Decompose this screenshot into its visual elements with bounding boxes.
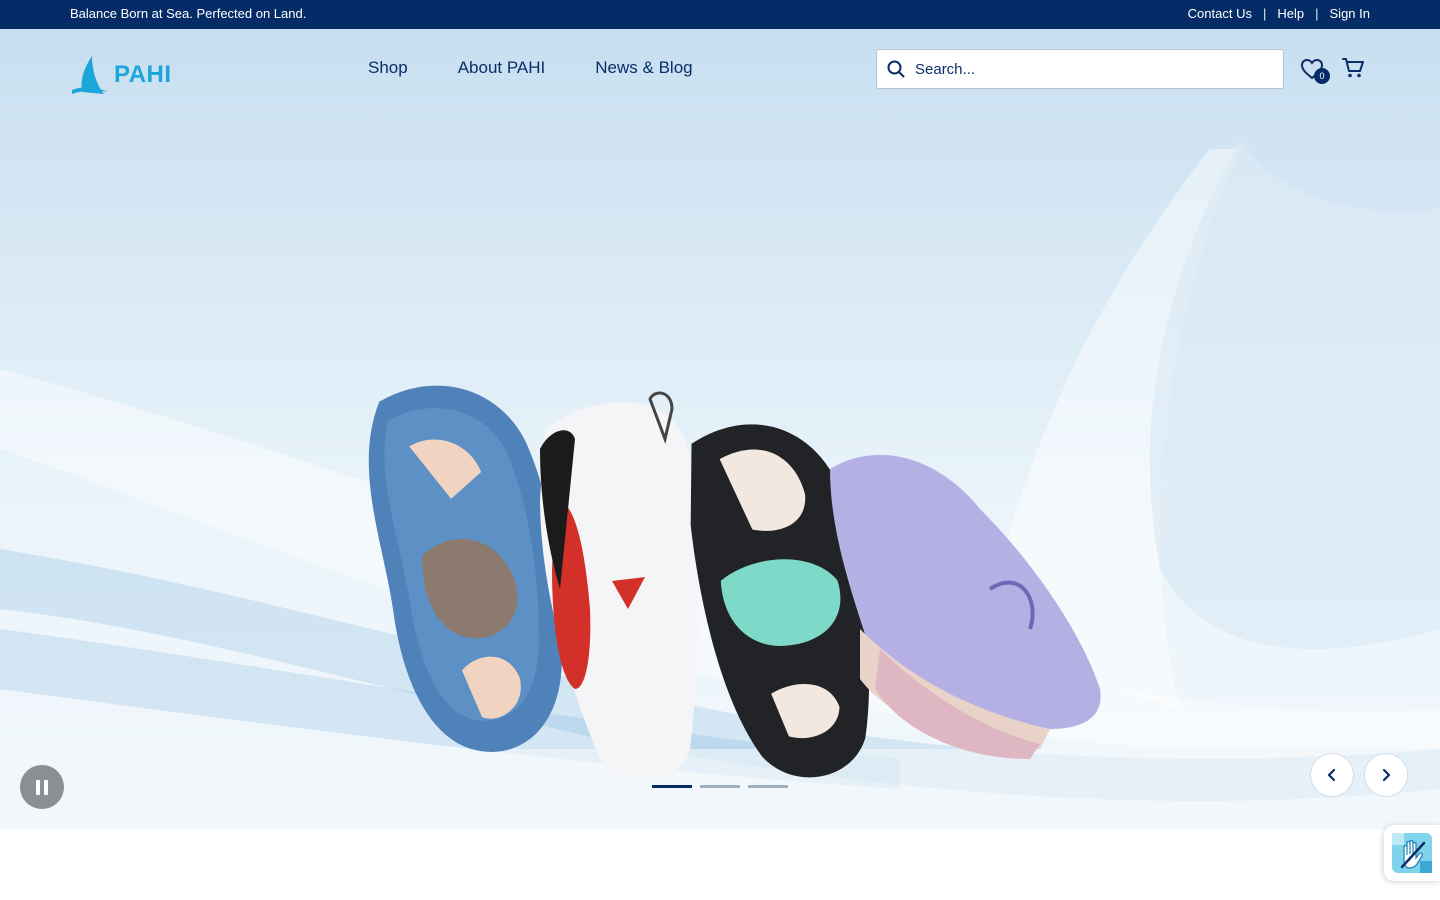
help-link[interactable]: Help xyxy=(1277,6,1304,21)
utility-links: Contact Us | Help | Sign In xyxy=(1188,6,1370,21)
hero-banner: PAHI Shop About PAHI News & Blog 0 xyxy=(0,29,1440,829)
wishlist-button[interactable]: 0 xyxy=(1298,57,1330,84)
nav-news-blog[interactable]: News & Blog xyxy=(595,58,692,78)
sign-in-link[interactable]: Sign In xyxy=(1330,6,1370,21)
chevron-right-icon xyxy=(1382,768,1391,782)
pahi-logo[interactable]: PAHI xyxy=(70,53,174,97)
accessibility-widget-button[interactable] xyxy=(1384,825,1440,881)
nav-about-pahi[interactable]: About PAHI xyxy=(458,58,546,78)
link-separator: | xyxy=(1315,6,1319,21)
pause-icon xyxy=(36,779,40,795)
nav-shop[interactable]: Shop xyxy=(368,58,408,78)
search-input[interactable] xyxy=(915,60,1255,78)
slide-dot-1[interactable] xyxy=(652,785,692,788)
slide-dot-3[interactable] xyxy=(748,785,788,788)
slide-indicators xyxy=(652,785,788,788)
tagline: Balance Born at Sea. Perfected on Land. xyxy=(70,6,307,21)
previous-slide-button[interactable] xyxy=(1310,753,1354,797)
announcement-bar: Balance Born at Sea. Perfected on Land. … xyxy=(0,0,1440,29)
accessibility-hand-icon xyxy=(1392,833,1432,873)
pause-icon xyxy=(44,779,48,795)
wishlist-count-badge: 0 xyxy=(1314,68,1330,84)
pause-slideshow-button[interactable] xyxy=(20,765,64,809)
search-icon[interactable] xyxy=(887,60,905,78)
contact-us-link[interactable]: Contact Us xyxy=(1188,6,1252,21)
link-separator: | xyxy=(1262,6,1267,21)
hero-image xyxy=(0,139,1440,829)
search-bar[interactable] xyxy=(876,49,1284,89)
next-slide-button[interactable] xyxy=(1364,753,1408,797)
cart-icon xyxy=(1342,58,1364,78)
chevron-left-icon xyxy=(1327,768,1336,782)
cart-button[interactable] xyxy=(1340,57,1366,81)
sail-logo-icon xyxy=(72,56,108,94)
logo-wordmark: PAHI xyxy=(114,61,172,88)
slide-dot-2[interactable] xyxy=(700,785,740,788)
main-nav: Shop About PAHI News & Blog xyxy=(368,58,693,78)
